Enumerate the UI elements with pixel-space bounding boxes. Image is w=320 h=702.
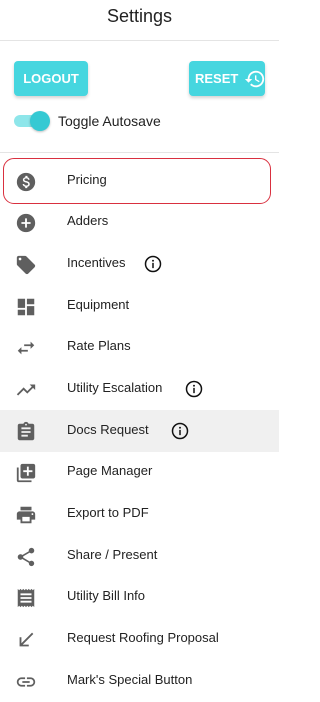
menu-item-label: Utility Bill Info [67,588,146,603]
dashboard-grid-icon [15,296,37,318]
menu-item-label: Utility Escalation [67,380,163,395]
library-add-icon [15,462,37,484]
reset-button-label: RESET [195,71,239,86]
history-icon [244,68,266,90]
menu-item-pricing[interactable]: Pricing [0,160,279,202]
tag-icon [15,254,37,276]
menu-item-equipment[interactable]: Equipment [0,285,279,327]
menu-item-export-pdf[interactable]: Export to PDF [0,493,279,535]
menu-item-label: Adders [67,213,109,228]
logout-button[interactable]: LOGOUT [14,61,88,96]
autosave-label: Toggle Autosave [58,113,161,129]
menu-item-label: Incentives [67,255,126,270]
page-title: Settings [106,6,173,26]
menu-item-label: Request Roofing Proposal [67,630,219,645]
menu-item-rate-plans[interactable]: Rate Plans [0,326,279,368]
menu-item-incentives[interactable]: Incentives [0,243,279,285]
menu-item-request-roofing-proposal[interactable]: Request Roofing Proposal [0,618,279,660]
menu-item-label: Rate Plans [67,338,131,353]
toggle-knob [30,111,50,131]
reset-button[interactable]: RESET [189,61,265,96]
menu-item-page-manager[interactable]: Page Manager [0,451,279,493]
menu-item-docs-request[interactable]: Docs Request [0,410,279,452]
menu-item-label: Pricing [67,172,107,187]
settings-header: Settings [0,0,279,41]
logout-button-label: LOGOUT [23,71,79,86]
autosave-toggle[interactable] [14,111,50,131]
info-icon[interactable] [185,380,203,398]
add-circle-icon [15,212,37,234]
dollar-circle-icon [15,171,37,193]
menu-item-label: Mark's Special Button [67,672,193,687]
menu-item-label: Share / Present [67,547,158,562]
swap-arrows-icon [15,337,37,359]
printer-icon [15,504,37,526]
info-icon[interactable] [171,422,189,440]
menu-item-utility-escalation[interactable]: Utility Escalation [0,368,279,410]
menu-item-label: Page Manager [67,463,153,478]
trending-up-icon [15,379,37,401]
menu-item-adders[interactable]: Adders [0,201,279,243]
autosave-row: Toggle Autosave [14,109,161,133]
link-icon [15,671,37,693]
clipboard-icon [15,421,37,443]
menu-item-share-present[interactable]: Share / Present [0,535,279,577]
info-icon[interactable] [144,255,162,273]
share-icon [15,546,37,568]
receipt-icon [15,587,37,609]
divider [0,152,279,153]
menu-item-utility-bill-info[interactable]: Utility Bill Info [0,576,279,618]
menu-item-label: Export to PDF [67,505,149,520]
menu-item-label: Docs Request [67,422,149,437]
arrow-down-left-icon [15,629,37,651]
menu-item-label: Equipment [67,297,130,312]
